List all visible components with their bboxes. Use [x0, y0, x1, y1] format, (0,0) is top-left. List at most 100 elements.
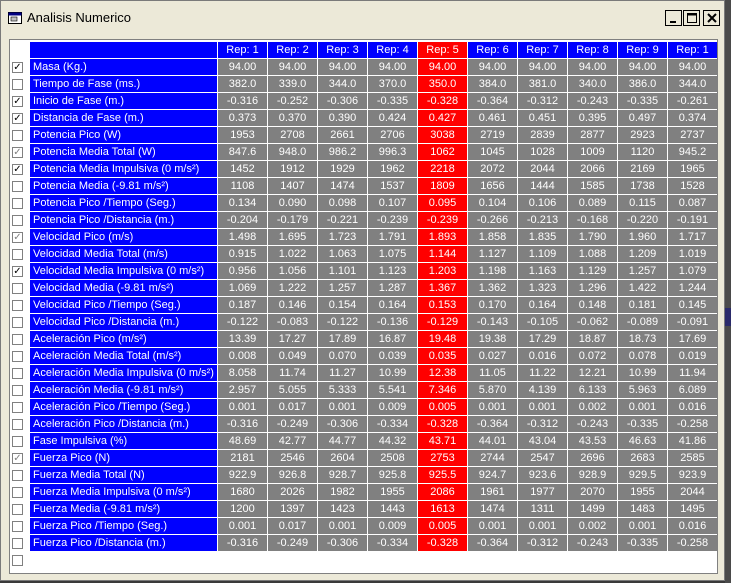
table-cell[interactable]: 2923	[618, 127, 667, 143]
table-cell[interactable]: -0.364	[468, 416, 517, 432]
table-cell[interactable]: 1809	[418, 178, 467, 194]
table-cell[interactable]: 2585	[668, 450, 717, 466]
table-cell[interactable]: 928.9	[568, 467, 617, 483]
table-cell[interactable]: 1.069	[218, 280, 267, 296]
table-cell[interactable]: 0.001	[468, 399, 517, 415]
row-checkbox[interactable]	[12, 181, 23, 192]
table-cell[interactable]: -0.168	[568, 212, 617, 228]
table-cell[interactable]: 0.370	[268, 110, 317, 126]
table-cell[interactable]: 0.017	[268, 518, 317, 534]
table-cell[interactable]: 847.6	[218, 144, 267, 160]
table-cell[interactable]: 1.144	[418, 246, 467, 262]
table-cell[interactable]: 0.106	[518, 195, 567, 211]
table-cell[interactable]: 0.016	[668, 399, 717, 415]
table-cell[interactable]: -0.122	[218, 314, 267, 330]
table-cell[interactable]: 0.461	[468, 110, 517, 126]
table-cell[interactable]: 94.00	[468, 59, 517, 75]
table-cell[interactable]: 1.198	[468, 263, 517, 279]
table-cell[interactable]: 94.00	[268, 59, 317, 75]
table-cell[interactable]: 0.145	[668, 297, 717, 313]
table-cell[interactable]: -0.328	[418, 535, 467, 551]
table-cell[interactable]: 2719	[468, 127, 517, 143]
table-cell[interactable]: 0.181	[618, 297, 667, 313]
row-checkbox[interactable]: ✓	[12, 164, 23, 175]
table-cell[interactable]: 929.5	[618, 467, 667, 483]
table-cell[interactable]: 10.99	[618, 365, 667, 381]
table-cell[interactable]: 0.104	[468, 195, 517, 211]
table-cell[interactable]: 2086	[418, 484, 467, 500]
row-checkbox[interactable]	[12, 130, 23, 141]
table-cell[interactable]: -0.334	[368, 416, 417, 432]
table-cell[interactable]: 1.163	[518, 263, 567, 279]
table-cell[interactable]: 1.717	[668, 229, 717, 245]
table-cell[interactable]: 5.333	[318, 382, 367, 398]
table-cell[interactable]: 928.7	[318, 467, 367, 483]
table-cell[interactable]: 1045	[468, 144, 517, 160]
table-cell[interactable]: 2508	[368, 450, 417, 466]
table-cell[interactable]: 2.957	[218, 382, 267, 398]
table-cell[interactable]: 1062	[418, 144, 467, 160]
table-cell[interactable]: 94.00	[218, 59, 267, 75]
table-cell[interactable]: 8.058	[218, 365, 267, 381]
table-cell[interactable]: 945.2	[668, 144, 717, 160]
table-cell[interactable]: 1.835	[518, 229, 567, 245]
table-cell[interactable]: 0.095	[418, 195, 467, 211]
table-cell[interactable]: 1613	[418, 501, 467, 517]
row-checkbox[interactable]	[12, 198, 23, 209]
row-checkbox[interactable]	[12, 436, 23, 447]
table-cell[interactable]: 924.7	[468, 467, 517, 483]
table-cell[interactable]: -0.213	[518, 212, 567, 228]
table-cell[interactable]: 1.203	[418, 263, 467, 279]
column-header-2[interactable]: Rep: 2	[268, 42, 317, 58]
table-cell[interactable]: 2546	[268, 450, 317, 466]
table-cell[interactable]: 3038	[418, 127, 467, 143]
table-cell[interactable]: -0.334	[368, 535, 417, 551]
table-cell[interactable]: 2181	[218, 450, 267, 466]
table-cell[interactable]: 5.541	[368, 382, 417, 398]
table-cell[interactable]: 344.0	[318, 76, 367, 92]
table-cell[interactable]: 41.86	[668, 433, 717, 449]
column-header-1[interactable]: Rep: 1	[218, 42, 267, 58]
table-cell[interactable]: -0.243	[568, 416, 617, 432]
table-cell[interactable]: 923.6	[518, 467, 567, 483]
table-cell[interactable]: 0.187	[218, 297, 267, 313]
table-cell[interactable]: 2604	[318, 450, 367, 466]
table-cell[interactable]: -0.243	[568, 93, 617, 109]
table-cell[interactable]: -0.191	[668, 212, 717, 228]
column-header-7[interactable]: Rep: 7	[518, 42, 567, 58]
table-cell[interactable]: 1.088	[568, 246, 617, 262]
table-cell[interactable]: 1.244	[668, 280, 717, 296]
table-cell[interactable]: 1.362	[468, 280, 517, 296]
table-cell[interactable]: -0.335	[618, 416, 667, 432]
table-cell[interactable]: 6.089	[668, 382, 717, 398]
table-cell[interactable]: 1.723	[318, 229, 367, 245]
table-cell[interactable]: 1.063	[318, 246, 367, 262]
table-cell[interactable]: 1955	[618, 484, 667, 500]
table-cell[interactable]: -0.312	[518, 416, 567, 432]
table-cell[interactable]: 0.072	[568, 348, 617, 364]
table-cell[interactable]: -0.249	[268, 535, 317, 551]
table-cell[interactable]: 2877	[568, 127, 617, 143]
table-cell[interactable]: 5.055	[268, 382, 317, 398]
table-cell[interactable]: 350.0	[418, 76, 467, 92]
table-cell[interactable]: 2661	[318, 127, 367, 143]
table-cell[interactable]: 1028	[518, 144, 567, 160]
table-cell[interactable]: 0.027	[468, 348, 517, 364]
row-checkbox[interactable]	[12, 419, 23, 430]
table-cell[interactable]: 2744	[468, 450, 517, 466]
table-cell[interactable]: -0.083	[268, 314, 317, 330]
row-checkbox[interactable]	[12, 504, 23, 515]
row-checkbox[interactable]	[12, 385, 23, 396]
table-cell[interactable]: 1585	[568, 178, 617, 194]
table-cell[interactable]: 925.8	[368, 467, 417, 483]
table-cell[interactable]: 1528	[668, 178, 717, 194]
table-cell[interactable]: 1423	[318, 501, 367, 517]
table-cell[interactable]: 0.016	[668, 518, 717, 534]
table-cell[interactable]: -0.316	[218, 416, 267, 432]
table-cell[interactable]: -0.204	[218, 212, 267, 228]
table-cell[interactable]: 13.39	[218, 331, 267, 347]
table-cell[interactable]: 1961	[468, 484, 517, 500]
table-cell[interactable]: -0.306	[318, 416, 367, 432]
table-cell[interactable]: 986.2	[318, 144, 367, 160]
table-cell[interactable]: 1.127	[468, 246, 517, 262]
